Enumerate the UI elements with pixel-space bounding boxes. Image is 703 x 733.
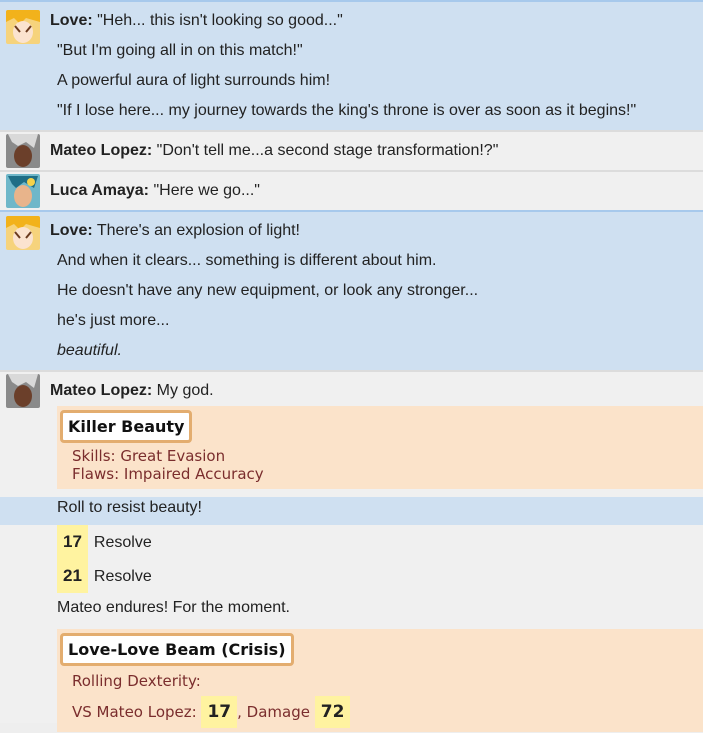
message-mateo-1: Mateo Lopez: "Don't tell me...a second s…: [0, 130, 703, 170]
message-text: And when it clears... something is diffe…: [57, 252, 437, 269]
roll-row: 17 Resolve: [0, 525, 703, 559]
vs-label: VS Mateo Lopez:: [72, 703, 197, 721]
message-text: "If I lose here... my journey towards th…: [57, 102, 637, 119]
message-text: "Heh... this isn't looking so good...": [97, 12, 343, 29]
speaker-name: Luca Amaya:: [50, 182, 149, 199]
speaker-name: Mateo Lopez:: [50, 142, 153, 159]
ability-skills: Skills: Great Evasion: [72, 447, 226, 465]
ability-title: Killer Beauty: [60, 410, 193, 443]
roll-prompt-bar: Roll to resist beauty!: [0, 497, 703, 525]
ability-vs-line: VS Mateo Lopez: 17, Damage 72: [60, 696, 703, 728]
speaker-name: Love:: [50, 12, 93, 29]
message-text: "Here we go...": [153, 182, 260, 199]
message-love-1: Love: "Heh... this isn't looking so good…: [0, 0, 703, 130]
luca-avatar: [6, 174, 40, 208]
love-avatar: [6, 216, 40, 250]
mateo-avatar: [6, 374, 40, 408]
message-text: beautiful.: [57, 342, 122, 359]
speaker-name: Mateo Lopez:: [50, 382, 153, 399]
message-love-2: Love: There's an explosion of light! And…: [0, 210, 703, 370]
roll-prompt: Roll to resist beauty!: [57, 499, 202, 516]
message-luca-1: Luca Amaya: "Here we go...": [0, 170, 703, 210]
roll-value: 17: [57, 525, 88, 559]
ability-card-killer-beauty: Killer Beauty Skills: Great Evasion Flaw…: [57, 406, 703, 489]
message-text: "Don't tell me...a second stage transfor…: [156, 142, 499, 159]
roll-label: Resolve: [93, 534, 152, 551]
message-text: A powerful aura of light surrounds him!: [57, 72, 331, 89]
damage-value: 72: [314, 696, 351, 728]
roll-value: 21: [57, 559, 88, 593]
message-text: He doesn't have any new equipment, or lo…: [57, 282, 479, 299]
roll-label: Resolve: [93, 568, 152, 585]
message-text: "But I'm going all in on this match!": [57, 42, 303, 59]
speaker-name: Love:: [50, 222, 93, 239]
message-text: There's an explosion of light!: [96, 222, 300, 239]
roll-result: Mateo endures! For the moment.: [57, 599, 290, 616]
ability-title: Love-Love Beam (Crisis): [60, 633, 294, 666]
ability-card-love-love-beam: Love-Love Beam (Crisis) Rolling Dexterit…: [57, 629, 703, 732]
mateo-avatar: [6, 134, 40, 168]
love-avatar: [6, 10, 40, 44]
ability-rolling: Rolling Dexterity:: [72, 672, 201, 690]
message-mateo-2: Mateo Lopez: My god. Killer Beauty Skill…: [0, 370, 703, 732]
message-text: My god.: [156, 382, 214, 399]
ability-flaws: Flaws: Impaired Accuracy: [72, 465, 264, 483]
message-text: he's just more...: [57, 312, 170, 329]
roll-row: 21 Resolve: [0, 559, 703, 593]
vs-value: 17: [201, 696, 238, 728]
damage-label: , Damage: [237, 703, 310, 721]
